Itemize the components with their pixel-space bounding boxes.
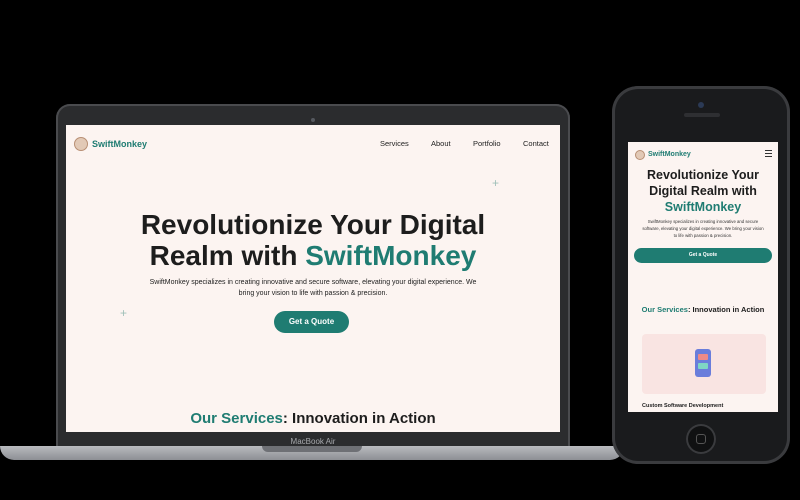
hero-title-line1: Revolutionize Your	[646, 168, 760, 182]
hero-title-prefix: Realm with	[149, 240, 306, 271]
sparkle-icon: +	[120, 306, 128, 320]
hero-title: Revolutionize Your Digital Realm with Sw…	[628, 167, 778, 215]
hero-title-line2: Digital Realm with	[649, 184, 757, 198]
services-heading-rest: : Innovation in Action	[687, 305, 765, 314]
hero-title-accent: SwiftMonkey	[664, 200, 742, 214]
logo-icon[interactable]	[635, 150, 645, 160]
service-card-title: Custom Software Development	[642, 403, 724, 409]
hero-title-accent: SwiftMonkey	[305, 240, 477, 271]
hero-description: SwiftMonkey specializes in creating inno…	[636, 218, 770, 239]
brand-name[interactable]: SwiftMonkey	[648, 149, 691, 161]
hero-desc-line2: software, elevating your digital experie…	[642, 226, 764, 231]
get-quote-button[interactable]: Get a Quote	[274, 311, 349, 333]
nav-portfolio[interactable]: Portfolio	[473, 138, 501, 150]
hamburger-menu-icon[interactable]	[765, 150, 772, 157]
nav-contact[interactable]: Contact	[523, 138, 549, 150]
hero-title-line1: Revolutionize Your Digital	[140, 209, 486, 240]
services-heading-accent: Our Services	[641, 305, 688, 314]
hero-desc-line1: SwiftMonkey specializes in creating inno…	[149, 279, 477, 286]
phone-speaker	[684, 113, 720, 117]
services-heading: Our Services: Innovation in Action	[66, 410, 560, 428]
phone-camera	[698, 102, 704, 108]
laptop-camera	[311, 118, 315, 122]
services-heading-accent: Our Services	[190, 410, 283, 427]
services-heading-rest: : Innovation in Action	[282, 410, 436, 427]
logo-icon[interactable]	[74, 137, 88, 151]
home-button-icon	[696, 434, 706, 444]
services-heading: Our Services: Innovation in Action	[628, 305, 778, 315]
laptop-navbar: SwiftMonkey Services About Portfolio Con…	[66, 125, 560, 163]
mobile-app-illustration	[695, 349, 711, 377]
hero-description: SwiftMonkey specializes in creating inno…	[126, 277, 500, 299]
sparkle-icon: +	[492, 176, 500, 190]
nav-services[interactable]: Services	[380, 138, 409, 150]
hero-desc-line1: SwiftMonkey specializes in creating inno…	[647, 219, 759, 224]
hero-title-line2: Realm with SwiftMonkey	[66, 240, 560, 271]
laptop-model-label: MacBook Air	[290, 437, 336, 446]
hero-desc-line2: bring your vision to life with passion &…	[238, 290, 388, 297]
brand-name[interactable]: SwiftMonkey	[92, 137, 147, 151]
get-quote-button[interactable]: Get a Quote	[634, 248, 772, 263]
laptop-screen: SwiftMonkey Services About Portfolio Con…	[66, 125, 560, 432]
nav-about[interactable]: About	[431, 138, 451, 150]
hero-desc-line3: to life with passion & precision.	[673, 233, 733, 238]
phone-screen: SwiftMonkey Revolutionize Your Digital R…	[628, 142, 778, 412]
hero-title: Revolutionize Your Digital Realm with Sw…	[66, 209, 560, 271]
